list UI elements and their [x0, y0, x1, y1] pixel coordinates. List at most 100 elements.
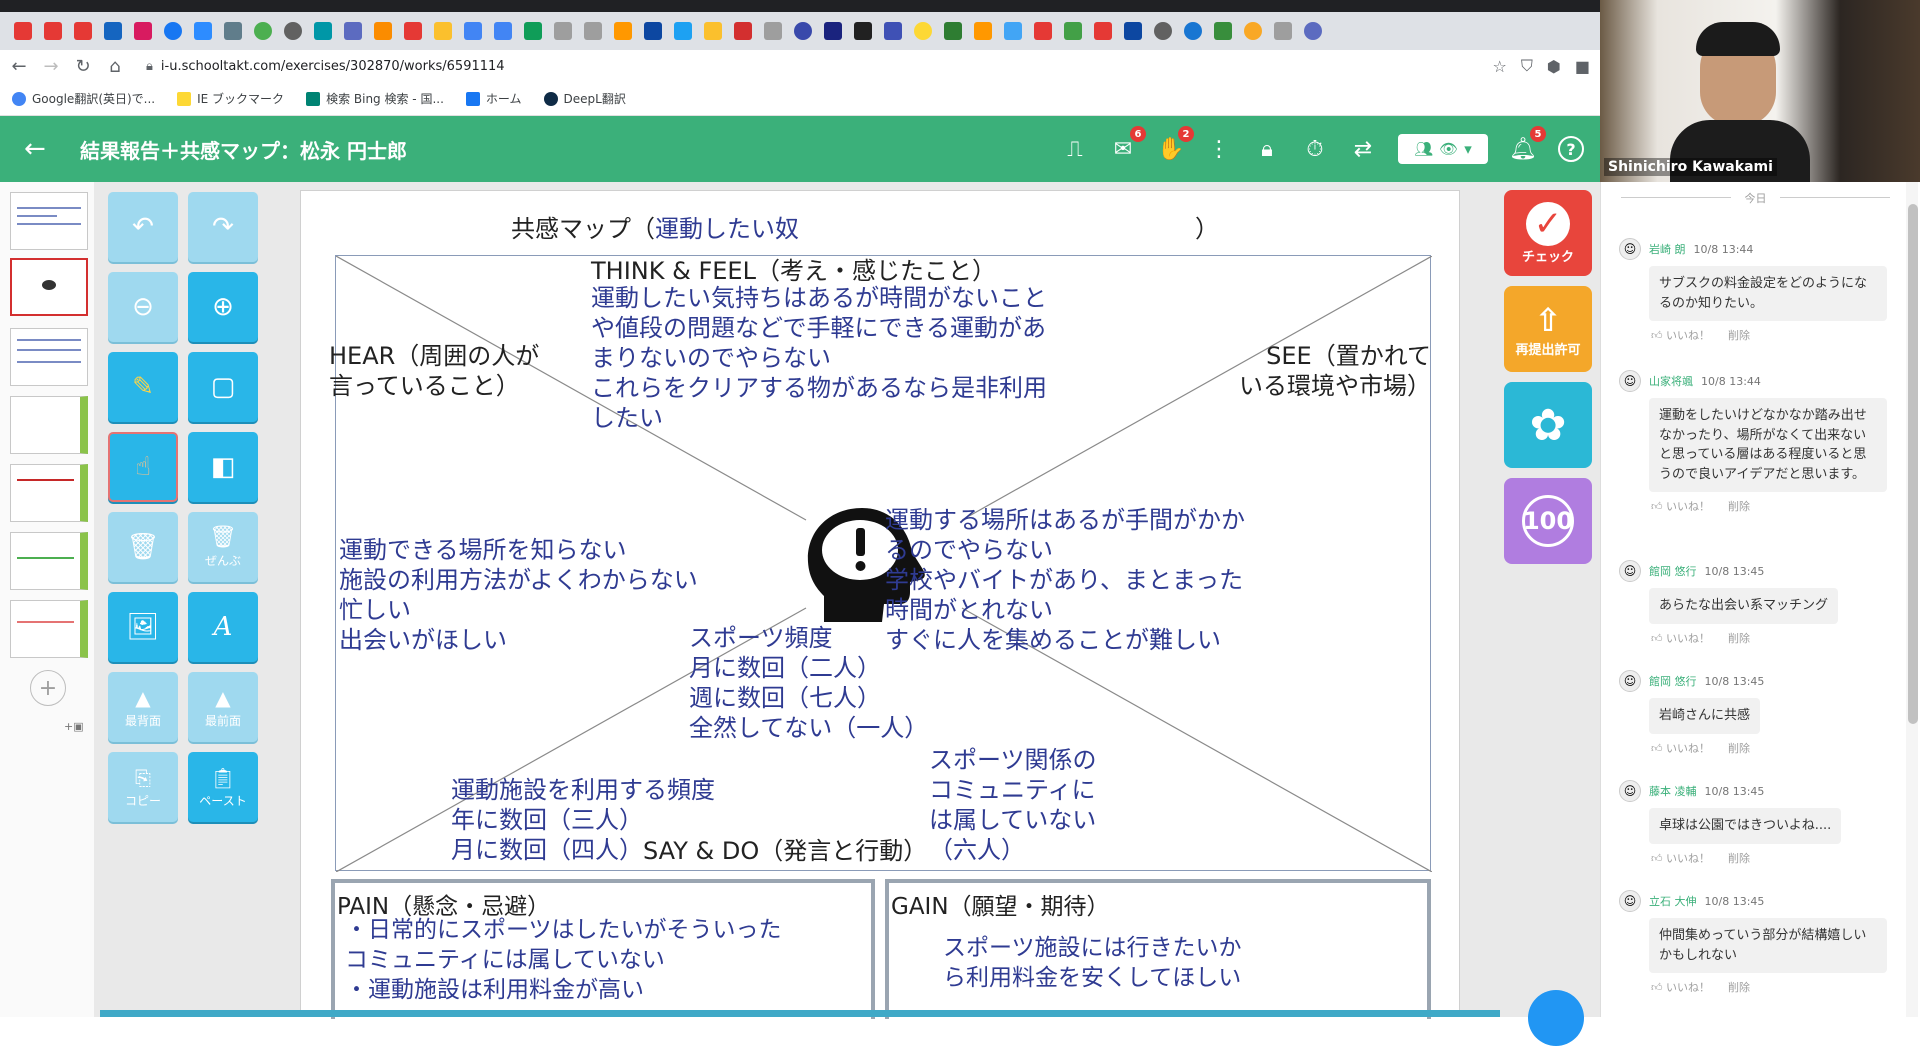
docs-icon[interactable]	[494, 22, 512, 40]
chat-icon[interactable]: ✉ 6	[1110, 126, 1146, 162]
compose-comment-button[interactable]	[1528, 990, 1584, 1046]
bell-icon[interactable]: 🔔︎ 5	[1509, 126, 1546, 162]
site-icon[interactable]	[1154, 22, 1172, 40]
site-icon[interactable]	[584, 22, 602, 40]
like-button[interactable]: 👍︎ いいね！	[1651, 850, 1710, 866]
zoom-icon[interactable]	[194, 22, 212, 40]
site-icon[interactable]	[284, 22, 302, 40]
site-icon[interactable]	[1004, 22, 1022, 40]
site-icon[interactable]	[1244, 22, 1262, 40]
star-icon[interactable]: ☆	[1493, 57, 1507, 76]
delete-button[interactable]: 削除	[1728, 740, 1750, 756]
pen-tool-button[interactable]: ✎	[108, 352, 178, 422]
back-arrow-icon[interactable]: ←	[6, 53, 32, 79]
site-icon[interactable]	[644, 22, 662, 40]
translate-icon[interactable]: ⇄	[1350, 136, 1376, 162]
site-icon[interactable]	[914, 22, 932, 40]
copy-button[interactable]: ⎘ コピー	[108, 752, 178, 822]
page-thumbnail[interactable]	[10, 192, 88, 250]
score-button[interactable]: 100	[1504, 478, 1592, 564]
site-icon[interactable]	[224, 22, 242, 40]
forward-arrow-icon[interactable]: →	[38, 53, 64, 79]
site-icon[interactable]	[1304, 22, 1322, 40]
site-icon[interactable]	[734, 22, 752, 40]
site-icon[interactable]	[824, 22, 842, 40]
site-icon[interactable]	[794, 22, 812, 40]
site-icon[interactable]	[1184, 22, 1202, 40]
insert-image-button[interactable]: 🖼︎	[108, 592, 178, 662]
like-button[interactable]: 👍︎ いいね！	[1651, 630, 1710, 646]
view-mode-toggle[interactable]: 👥︎ 👁︎ ▾	[1398, 134, 1488, 164]
gmail-icon[interactable]	[44, 22, 62, 40]
extension-icon[interactable]: ■	[1575, 57, 1590, 76]
docs-icon[interactable]	[464, 22, 482, 40]
page-thumbnail[interactable]	[10, 532, 88, 590]
site-icon[interactable]	[944, 22, 962, 40]
site-icon[interactable]	[1064, 22, 1082, 40]
like-button[interactable]: 👍︎ いいね！	[1651, 740, 1710, 756]
site-icon[interactable]	[884, 22, 902, 40]
text-tool-button[interactable]: A	[188, 592, 258, 662]
undo-button[interactable]: ↶	[108, 192, 178, 262]
hand-tool-button[interactable]: ☝	[108, 432, 178, 502]
delete-button[interactable]: 削除	[1728, 630, 1750, 646]
gmail-icon[interactable]	[14, 22, 32, 40]
bookmark-item[interactable]: Google翻訳(英日)で...	[12, 90, 155, 107]
gmail-icon[interactable]	[74, 22, 92, 40]
site-icon[interactable]	[104, 22, 122, 40]
delete-button[interactable]: 削除	[1728, 498, 1750, 514]
site-icon[interactable]	[854, 22, 872, 40]
page-thumbnail[interactable]	[10, 258, 88, 316]
bottom-scroll-bar[interactable]	[100, 1010, 1500, 1017]
site-icon[interactable]	[1214, 22, 1232, 40]
chat-scrollbar[interactable]	[1906, 182, 1918, 1017]
zoom-in-button[interactable]: ⊕	[188, 272, 258, 342]
like-button[interactable]: 👍︎ いいね！	[1651, 327, 1710, 343]
extension-icon[interactable]: ⬢	[1547, 57, 1561, 76]
site-icon[interactable]	[344, 22, 362, 40]
like-button[interactable]: 👍︎ いいね！	[1651, 498, 1710, 514]
yahoo-icon[interactable]	[404, 22, 422, 40]
delete-button[interactable]: 削除	[1728, 327, 1750, 343]
bookmark-item[interactable]: 検索 Bing 検索 - 国...	[306, 90, 444, 107]
timer-icon[interactable]: ⏱	[1302, 136, 1328, 162]
zoom-out-button[interactable]: ⊖	[108, 272, 178, 342]
pocket-icon[interactable]: ⛉	[1521, 56, 1533, 76]
help-icon[interactable]: ?	[1558, 136, 1584, 162]
site-icon[interactable]	[704, 22, 722, 40]
address-bar[interactable]: 🔒︎ i-u.schooltakt.com/exercises/302870/w…	[146, 59, 505, 74]
redo-button[interactable]: ↷	[188, 192, 258, 262]
add-image-page-button[interactable]: +▣	[64, 720, 84, 733]
select-rect-button[interactable]: ▢	[188, 352, 258, 422]
delete-all-button[interactable]: 🗑︎ ぜんぶ	[188, 512, 258, 582]
url-text[interactable]: i-u.schooltakt.com/exercises/302870/work…	[161, 59, 505, 74]
yahoo-icon[interactable]	[1094, 22, 1112, 40]
sheets-icon[interactable]	[524, 22, 542, 40]
page-thumbnail[interactable]	[10, 328, 88, 386]
reload-icon[interactable]: ↻	[70, 53, 96, 79]
add-page-button[interactable]: +	[30, 670, 66, 706]
page-thumbnail[interactable]	[10, 600, 88, 658]
home-icon[interactable]: ⌂	[102, 53, 128, 79]
site-icon[interactable]	[554, 22, 572, 40]
site-icon[interactable]	[434, 22, 452, 40]
amazon-icon[interactable]	[614, 22, 632, 40]
site-icon[interactable]	[974, 22, 992, 40]
site-icon[interactable]	[374, 22, 392, 40]
scrollbar-thumb[interactable]	[1908, 204, 1918, 724]
site-icon[interactable]	[254, 22, 272, 40]
presentation-icon[interactable]: ⎍	[1062, 136, 1088, 162]
twitter-icon[interactable]	[674, 22, 692, 40]
check-button[interactable]: ✓ チェック	[1504, 190, 1592, 276]
tab-strip[interactable]	[0, 0, 1600, 12]
resubmit-allow-button[interactable]: ⇧ 再提出許可	[1504, 286, 1592, 372]
lock-icon[interactable]: 🔒︎	[1254, 136, 1280, 162]
page-thumbnail[interactable]	[10, 396, 88, 454]
site-icon[interactable]	[764, 22, 782, 40]
site-icon[interactable]	[1034, 22, 1052, 40]
delete-button[interactable]: 削除	[1728, 850, 1750, 866]
bookmark-item[interactable]: IE ブックマーク	[177, 90, 284, 107]
bring-to-front-button[interactable]: ▲ 最前面	[188, 672, 258, 742]
delete-button[interactable]: 削除	[1728, 979, 1750, 995]
site-icon[interactable]	[1124, 22, 1142, 40]
